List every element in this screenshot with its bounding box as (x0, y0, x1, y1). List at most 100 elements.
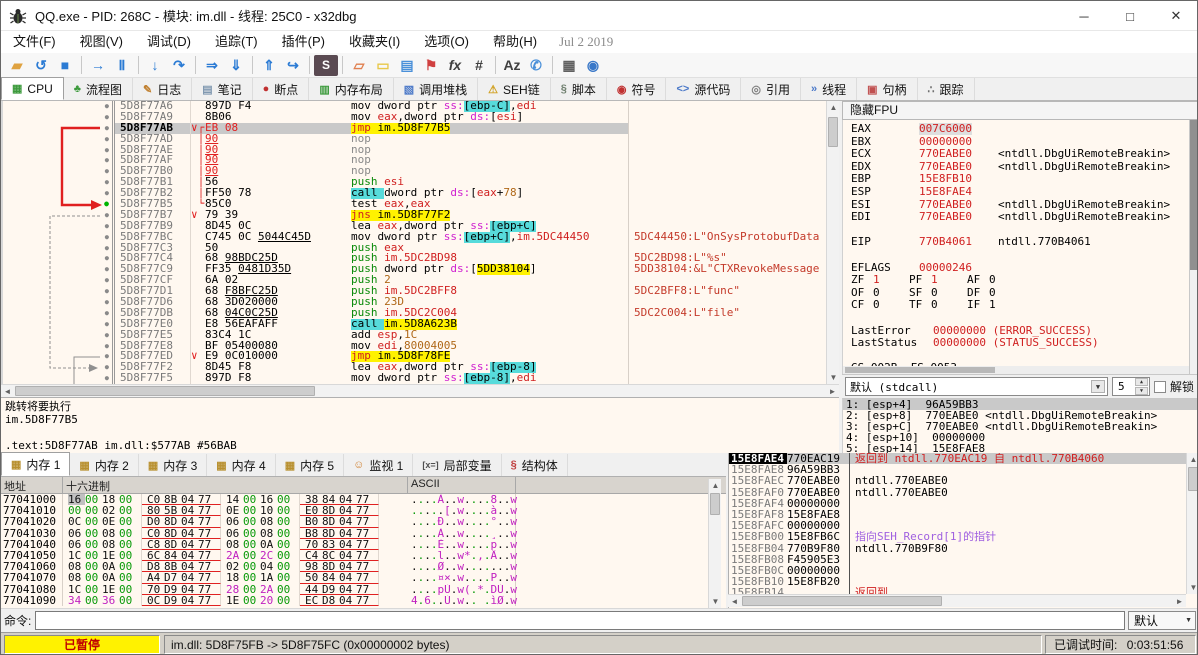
disasm-row[interactable]: ● 5D8F77A9 8B06 mov eax,dword ptr ds:[esi] (3, 111, 828, 123)
breakpoint-dot[interactable]: ● (105, 244, 109, 252)
chevron-down-icon[interactable]: ▼ (1185, 617, 1192, 624)
open-file-button[interactable]: ▰ (5, 55, 29, 76)
breakpoint-dot[interactable]: ● (105, 254, 109, 262)
disasm-row[interactable]: ● 5D8F77D1 68 F8BFC25D push im.5DC2BFF8 5DC2… (3, 286, 828, 298)
disasm-row[interactable]: ● 5D8F77B5 └ 85C0 test eax,eax (3, 199, 828, 210)
execute-till-return-button[interactable]: ⇓ (224, 55, 248, 76)
scroll-down-arrow[interactable]: ▼ (1187, 581, 1197, 594)
disasm-row[interactable]: ● 5D8F77B7 ∨ 79 39 jns im.5D8F77F2 (3, 209, 828, 221)
register-line[interactable]: OF 0 SF 0 DF 0 (851, 287, 1197, 300)
column-header-ascii[interactable]: ASCII (408, 477, 516, 493)
disasm-row[interactable]: ● 5D8F77C3 50 push eax (3, 242, 828, 254)
tab-script[interactable]: § 脚本 (551, 78, 607, 100)
breakpoint-dot[interactable]: ● (105, 352, 109, 360)
dump-row[interactable]: 77041050 1C 00 1E 00 6C 84 04 77 2A 00 2C 00 C4 8C 04 77… (1, 549, 726, 562)
tab-handles[interactable]: ▣ 句柄 (857, 78, 918, 100)
disasm-row[interactable]: ● 5D8F77E5 83C4 1C add esp,1C (3, 329, 828, 341)
disasm-row[interactable]: ● 5D8F77DB 68 04C0C25D push im.5DC2C004 5DC2… (3, 307, 828, 319)
phone-button[interactable]: ✆ (524, 55, 548, 76)
tab-dump-4[interactable]: ▦ 内存 4 (207, 454, 276, 476)
scroll-thumb[interactable] (1190, 120, 1197, 270)
hide-fpu-button[interactable]: 隐藏FPU (842, 101, 1197, 120)
disasm-row[interactable]: ● 5D8F77B1 │ 56 push esi (3, 177, 828, 189)
menu-item[interactable]: 文件(F) (1, 31, 68, 53)
disasm-row[interactable]: ● 5D8F77E8 BF 05400080 mov edi,80004005 (3, 340, 828, 352)
disasm-row[interactable]: ● 5D8F77BC C745 0C 5044C45D mov dword ptr s… (3, 231, 828, 243)
scroll-thumb[interactable] (710, 493, 720, 515)
registers-horizontal-scrollbar[interactable] (843, 366, 1189, 374)
breakpoint-dot[interactable]: ● (105, 331, 109, 339)
scroll-thumb[interactable] (1188, 467, 1197, 491)
patch-button[interactable]: ▱ (347, 55, 371, 76)
scroll-up-arrow[interactable]: ▲ (1187, 453, 1197, 466)
disasm-row[interactable]: ● 5D8F77AE │ 90 nop (3, 144, 828, 156)
stack-horizontal-scrollbar[interactable]: ◄ ► (728, 594, 1186, 607)
run-to-selection-button[interactable]: ⇒ (200, 55, 224, 76)
dump-row[interactable]: 77041090 34 00 36 00 0C D9 04 77 1E 00 20 00 EC D8 04 77… (1, 594, 726, 606)
menu-item[interactable]: 收藏夹(I) (337, 31, 412, 53)
registers-body[interactable]: EAX 007C6000 EBX 00000000 ECX 770EABE0 <ntdll.… (842, 120, 1197, 374)
breakpoint-dot[interactable]: ● (105, 167, 109, 175)
menu-item[interactable]: 帮助(H) (481, 31, 549, 53)
register-line[interactable]: LastStatus 00000000 (STATUS_SUCCESS) (851, 337, 1197, 350)
dump-row[interactable]: 77041070 08 00 0A 00 A4 D7 04 77 18 00 1A 00 50 84 04 77… (1, 572, 726, 584)
tab-dump-5[interactable]: ▦ 内存 5 (276, 454, 345, 476)
register-line[interactable]: EDX 770EABE0 <ntdll.DbgUiRemoteBreakin> (851, 161, 1197, 174)
tab-seh[interactable]: ⚠ SEH链 (478, 78, 551, 100)
argument-row[interactable]: 5: [esp+14] 15E8FAE8 (843, 443, 1197, 453)
disasm-row[interactable]: ● 5D8F77B0 │ 90 nop (3, 166, 828, 178)
menu-item[interactable]: 追踪(T) (203, 31, 270, 53)
register-line[interactable] (851, 224, 1197, 237)
stack-rows[interactable]: 15E8FAE4 770EAC19 返回到 ntdll.770EAC19 自 ntd… (729, 453, 1197, 594)
functions-button[interactable]: fx (443, 55, 467, 76)
unlock-checkbox[interactable] (1153, 380, 1166, 393)
hash-button[interactable]: # (467, 55, 491, 76)
disasm-row[interactable]: ● 5D8F77C4 68 98BDC25D push im.5DC2BD98 5DC2… (3, 253, 828, 265)
dump-row[interactable]: 77041040 06 00 08 00 C8 8D 04 77 08 00 0A 00 70 83 04 77… (1, 538, 726, 550)
calling-convention-select[interactable]: 默认 (stdcall) ▼ (845, 377, 1108, 396)
tab-call-stack[interactable]: ▧ 调用堆栈 (394, 78, 479, 100)
tab-log[interactable]: ✎ 日志 (133, 78, 193, 100)
dump-row[interactable]: 77041030 06 00 08 00 C0 8D 04 77 06 00 08 00 B8 8D 04 77… (1, 527, 726, 539)
register-line[interactable]: ECX 770EABE0 <ntdll.DbgUiRemoteBreakin> (851, 148, 1197, 161)
step-out-button[interactable]: ⇑ (257, 55, 281, 76)
menu-item[interactable]: 选项(O) (412, 31, 481, 53)
breakpoint-dot[interactable]: ● (105, 178, 109, 186)
breakpoint-dot[interactable]: ● (105, 146, 109, 154)
maximize-button[interactable]: □ (1107, 1, 1153, 31)
register-line[interactable]: ZF 1 PF 1 AF 0 (851, 274, 1197, 287)
scroll-right-arrow[interactable]: ► (1173, 595, 1186, 608)
disasm-horizontal-scrollbar[interactable]: ◄ ► (1, 384, 839, 397)
tab-references[interactable]: ◎ 引用 (741, 78, 801, 100)
breakpoint-dot[interactable]: ● (105, 102, 109, 110)
register-line[interactable] (851, 312, 1197, 325)
scroll-thumb[interactable] (15, 386, 315, 396)
tab-symbols[interactable]: ◉ 符号 (607, 78, 667, 100)
tab-locals[interactable]: [x=] 局部变量 (413, 454, 502, 476)
breakpoint-dot[interactable]: ● (105, 298, 109, 306)
scroll-up-arrow[interactable]: ▲ (827, 101, 840, 114)
dump-row[interactable]: 77041000 16 00 18 00 C0 8B 04 77 14 00 16 00 38 84 04 77… (1, 494, 726, 506)
tab-struct[interactable]: § 结构体 (502, 454, 568, 476)
disasm-row[interactable]: ● 5D8F77CF 6A 02 push 2 (3, 275, 828, 287)
dump-vertical-scrollbar[interactable]: ▲ ▼ (708, 479, 721, 608)
dump-row[interactable]: 77041080 1C 00 1E 00 70 D9 04 77 28 00 2A 00 44 D9 04 77… (1, 583, 726, 595)
scroll-up-arrow[interactable]: ▲ (709, 479, 722, 492)
argument-row[interactable]: 2: [esp+8] 770EABE0 <ntdll.DbgUiRemoteBr… (843, 410, 1197, 421)
disasm-row[interactable]: ● 5D8F77AF │ 90 nop (3, 155, 828, 167)
column-header-address[interactable]: 地址 (1, 477, 63, 493)
jump-destination-dot[interactable]: ● (104, 199, 109, 208)
stack-row[interactable]: 15E8FAE8 96A59BB3 (729, 464, 1197, 476)
disasm-row[interactable]: ● 5D8F77B2 │ FF50 78 call dword ptr ds:[eax… (3, 188, 828, 200)
register-line[interactable] (851, 350, 1197, 363)
tab-notes[interactable]: ▤ 笔记 (192, 78, 253, 100)
disasm-row[interactable]: ● 5D8F77F5 897D F8 mov dword ptr ss:[ebp-8]… (3, 373, 828, 384)
registers-vertical-scrollbar[interactable] (1189, 120, 1197, 374)
menu-item[interactable]: 调试(D) (135, 31, 203, 53)
disasm-row[interactable]: ● 5D8F77A6 897D F4 mov dword ptr ss:[ebp-C]… (3, 101, 828, 112)
chevron-down-icon[interactable]: ▼ (1090, 380, 1105, 393)
register-line[interactable]: EIP 770B4061 ntdll.770B4061 (851, 236, 1197, 249)
tab-threads[interactable]: » 线程 (801, 78, 858, 100)
register-line[interactable]: ESI 770EABE0 <ntdll.DbgUiRemoteBreakin> (851, 199, 1197, 212)
scroll-thumb[interactable] (828, 117, 838, 147)
